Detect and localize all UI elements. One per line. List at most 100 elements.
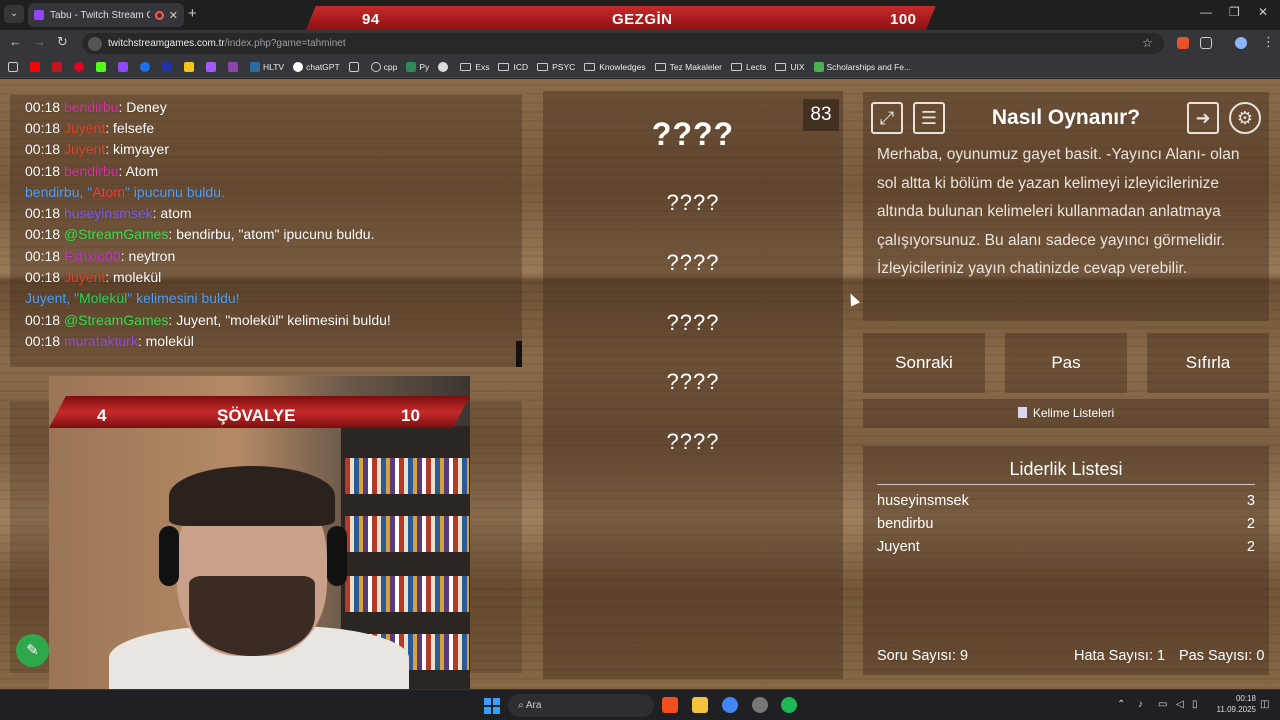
chatgpt-icon — [293, 61, 304, 72]
bookmark-folder-psyc[interactable]: PSYC — [537, 62, 575, 72]
twitch-bookmark-icon[interactable] — [118, 61, 131, 72]
cam-left-score: 4 — [97, 406, 107, 425]
file-explorer-icon[interactable] — [692, 697, 708, 713]
how-to-play-panel: ⤢ ☰ ➜ ⚙ Nasıl Oynanır? Merhaba, oyunumuz… — [863, 92, 1269, 321]
battery-icon[interactable]: ▯ — [1192, 699, 1198, 710]
bookmark-folder-knowledges[interactable]: Knowledges — [584, 62, 646, 72]
chat-line: 00:18 Juyent: molekül — [25, 269, 162, 285]
windows-start-icon[interactable] — [484, 698, 500, 714]
chat-line: 00:18 Juyent: kimyayer — [25, 141, 169, 157]
bookmark-py[interactable]: Py — [406, 61, 429, 72]
bookmark-hltv[interactable]: HLTV — [250, 61, 284, 72]
leaderboard-divider — [877, 484, 1255, 485]
chat-line: 00:18 muratakturk: molekül — [25, 333, 194, 349]
back-icon[interactable]: ← — [9, 34, 22, 49]
chat-system-line: Juyent, "Molekül" kelimesini buldu! — [25, 290, 240, 306]
spotify-app-icon[interactable] — [781, 697, 797, 713]
new-tab-icon[interactable]: + — [188, 5, 197, 22]
top-right-score: 100 — [890, 11, 917, 28]
tab-search-icon[interactable]: ⌄ — [4, 5, 24, 23]
browser-menu-icon[interactable]: ⋮ — [1262, 34, 1275, 50]
next-button[interactable]: Sonraki — [863, 333, 985, 393]
kick-bookmark-icon[interactable] — [96, 61, 109, 72]
tab-close-icon[interactable]: ✕ — [169, 9, 178, 22]
folder-icon — [584, 62, 596, 71]
browser-toolbar: ← → ↻ twitchstreamgames.com.tr/index.php… — [0, 30, 1280, 56]
bookshelf-row — [345, 458, 469, 494]
bookmark-scholarships[interactable]: Scholarships and Fe... — [813, 61, 911, 72]
app-icon[interactable] — [752, 697, 768, 713]
notifications-icon[interactable]: ◫ — [1260, 699, 1269, 710]
figma-bookmark-icon[interactable] — [206, 61, 219, 72]
taskbar-search[interactable]: ⌕ Ara — [508, 694, 654, 717]
bookmark-icon[interactable] — [228, 61, 241, 72]
forbidden-word: ???? — [666, 190, 720, 215]
minimize-icon[interactable]: — — [1200, 5, 1212, 19]
apps-grid-icon[interactable] — [8, 61, 21, 72]
bookmark-icon[interactable] — [52, 61, 65, 72]
bookmark-folder-lects[interactable]: Lects — [731, 62, 766, 72]
folder-icon — [731, 62, 743, 71]
scholarship-icon — [813, 61, 824, 72]
bookmark-icon[interactable] — [184, 61, 197, 72]
cam-rank-label: ŞÖVALYE — [217, 406, 296, 425]
bookmark-star-icon[interactable]: ☆ — [1142, 36, 1153, 50]
figma-app-icon[interactable] — [662, 697, 678, 713]
address-bar[interactable]: twitchstreamgames.com.tr/index.php?game=… — [82, 33, 1164, 54]
target-word: ???? — [651, 116, 735, 152]
bookmark-icon[interactable] — [140, 61, 153, 72]
chat-line: 00:18 @StreamGames: bendirbu, "atom" ipu… — [25, 226, 375, 242]
network-icon[interactable]: ▭ — [1158, 699, 1167, 710]
close-window-icon[interactable]: ✕ — [1258, 5, 1268, 19]
chat-line: 00:18 huseyinsmsek: atom — [25, 205, 192, 221]
bookshelf-row — [345, 576, 469, 612]
py-icon — [406, 61, 417, 72]
hltv-icon — [250, 61, 260, 72]
forward-icon[interactable]: → — [33, 34, 46, 49]
chat-line: 00:18 Juyent: felsefe — [25, 120, 155, 136]
site-info-icon[interactable] — [88, 36, 102, 51]
extension-icon[interactable] — [1177, 37, 1189, 49]
extensions-puzzle-icon[interactable] — [1200, 37, 1212, 49]
chat-system-line: bendirbu, "Atom" ipucunu buldu. — [25, 184, 225, 200]
bookmark-cpp[interactable]: cpp — [370, 61, 397, 72]
word-lists-button[interactable]: Kelime Listeleri — [863, 399, 1269, 428]
reload-icon[interactable]: ↻ — [57, 34, 68, 50]
bookmark-folder-tez[interactable]: Tez Makaleler — [654, 62, 722, 72]
how-to-play-text: Merhaba, oyunumuz gayet basit. -Yayıncı … — [877, 146, 1240, 277]
chat-panel: 00:18 bendirbu: Deney 00:18 Juyent: fels… — [10, 95, 522, 367]
leaderboard-panel: Liderlik Listesi huseyinsmsek 3 bendirbu 2… — [863, 446, 1269, 675]
reset-button[interactable]: Sıfırla — [1147, 333, 1269, 393]
forbidden-word: ???? — [666, 250, 720, 275]
bookmark-icon[interactable] — [348, 61, 362, 72]
chat-scrollbar[interactable] — [516, 341, 522, 367]
bookmark-icon[interactable] — [162, 61, 175, 72]
top-rank-label: GEZGİN — [612, 11, 673, 28]
pen-tool-icon[interactable]: ✎ — [16, 634, 49, 667]
chat-line: 00:18 Fshxio00: neytron — [25, 248, 176, 264]
forbidden-word: ???? — [666, 310, 720, 335]
word-lists-label: Kelime Listeleri — [1032, 406, 1115, 420]
bookmark-icon[interactable] — [438, 61, 451, 72]
top-left-score: 94 — [362, 11, 380, 28]
profile-avatar-icon[interactable] — [1235, 37, 1247, 49]
pinterest-bookmark-icon[interactable] — [74, 61, 87, 72]
youtube-bookmark-icon[interactable] — [30, 61, 43, 72]
maximize-icon[interactable]: ❐ — [1229, 5, 1240, 19]
volume-icon[interactable]: ◁ — [1176, 699, 1184, 710]
bookmark-chatgpt[interactable]: chatGPT — [293, 61, 340, 72]
chat-line: 00:18 bendirbu: Atom — [25, 163, 159, 179]
chrome-app-icon[interactable] — [722, 697, 738, 713]
bookmark-folder-icd[interactable]: ICD — [498, 62, 528, 72]
tray-chevron-icon[interactable]: ⌃ — [1117, 699, 1125, 710]
folder-icon — [460, 62, 472, 71]
microphone-icon[interactable]: ♪ — [1138, 699, 1143, 710]
bookmark-folder-uix[interactable]: UIX — [775, 62, 805, 72]
question-count: Soru Sayısı: 9 — [877, 648, 969, 664]
bookmark-folder-exs[interactable]: Exs — [460, 62, 489, 72]
browser-tab[interactable]: Tabu - Twitch Stream Games ✕ — [28, 3, 184, 27]
leaderboard-title: Liderlik Listesi — [1009, 459, 1123, 479]
how-to-play-title: Nasıl Oynanır? — [991, 106, 1141, 129]
taskbar-clock[interactable]: 00:18 11.09.2025 — [1208, 693, 1256, 715]
pass-button[interactable]: Pas — [1005, 333, 1127, 393]
